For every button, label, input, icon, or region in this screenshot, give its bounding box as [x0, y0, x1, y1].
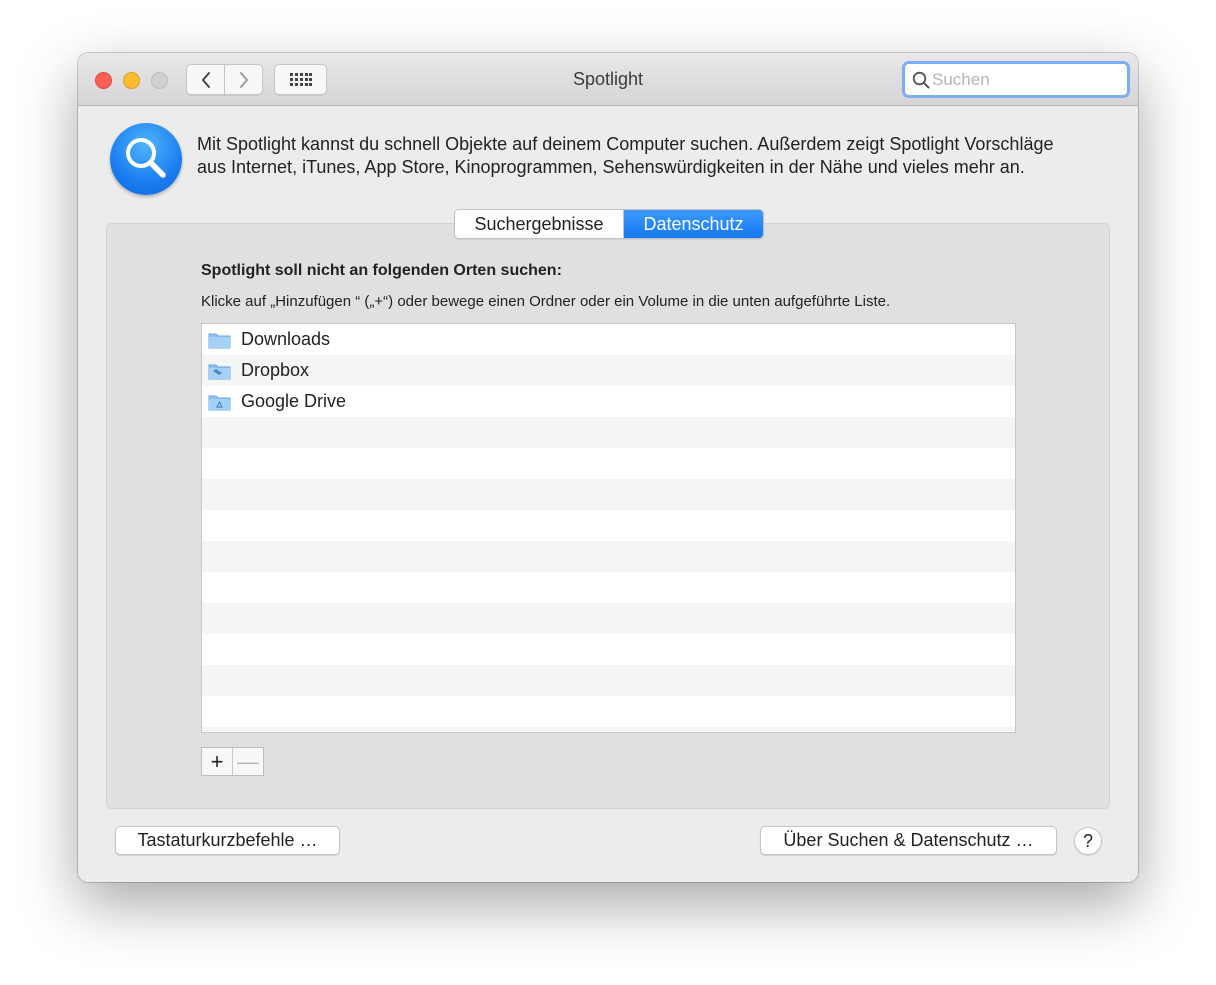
search-placeholder: Suchen — [932, 69, 990, 89]
item-name: Dropbox — [241, 360, 310, 380]
list-item[interactable]: Dropbox — [202, 355, 1015, 386]
preferences-window: Spotlight Suchen Mit Spotlight kannst du… — [78, 53, 1138, 882]
add-location-button[interactable]: + — [202, 748, 232, 775]
about-search-privacy-button[interactable]: Über Suchen & Datenschutz … — [760, 826, 1057, 855]
intro-text: Mit Spotlight kannst du schnell Objekte … — [197, 133, 1127, 179]
google-drive-folder-icon — [208, 393, 231, 411]
spotlight-app-icon — [110, 123, 182, 195]
intro-line-1: Mit Spotlight kannst du schnell Objekte … — [197, 134, 1054, 154]
empty-row — [202, 417, 1015, 448]
empty-row — [202, 696, 1015, 727]
privacy-instructions: Klicke auf „Hinzufügen “ („+“) oder bewe… — [201, 293, 891, 310]
add-remove-control: + — — [201, 747, 264, 776]
item-name: Google Drive — [241, 391, 347, 411]
tab-bar: Suchergebnisse Datenschutz — [454, 209, 764, 239]
help-button[interactable]: ? — [1074, 827, 1102, 855]
keyboard-shortcuts-button[interactable]: Tastaturkurzbefehle … — [115, 826, 340, 855]
empty-row — [202, 665, 1015, 696]
empty-row — [202, 479, 1015, 510]
downloads-folder-icon — [208, 331, 231, 349]
empty-row — [202, 634, 1015, 665]
dropbox-folder-icon — [208, 362, 231, 380]
empty-row — [202, 510, 1015, 541]
empty-row — [202, 603, 1015, 634]
empty-row — [202, 727, 1015, 732]
tab-search-results[interactable]: Suchergebnisse — [455, 210, 624, 238]
empty-row — [202, 572, 1015, 603]
title-bar: Spotlight Suchen — [78, 53, 1138, 106]
search-field[interactable]: Suchen — [902, 61, 1130, 98]
item-name: Downloads — [241, 329, 331, 349]
remove-location-button[interactable]: — — [232, 748, 263, 775]
privacy-heading: Spotlight soll nicht an folgenden Orten … — [201, 262, 562, 279]
list-item[interactable]: Downloads — [202, 324, 1015, 355]
magnifier-icon — [126, 138, 166, 178]
intro-line-2: aus Internet, iTunes, App Store, Kinopro… — [197, 157, 1025, 177]
empty-row — [202, 448, 1015, 479]
list-item[interactable]: Google Drive — [202, 386, 1015, 417]
empty-row — [202, 541, 1015, 572]
search-icon — [912, 71, 930, 88]
excluded-locations-list[interactable]: Downloads Dropbox Google Drive — [201, 323, 1016, 733]
tab-privacy[interactable]: Datenschutz — [624, 210, 763, 238]
